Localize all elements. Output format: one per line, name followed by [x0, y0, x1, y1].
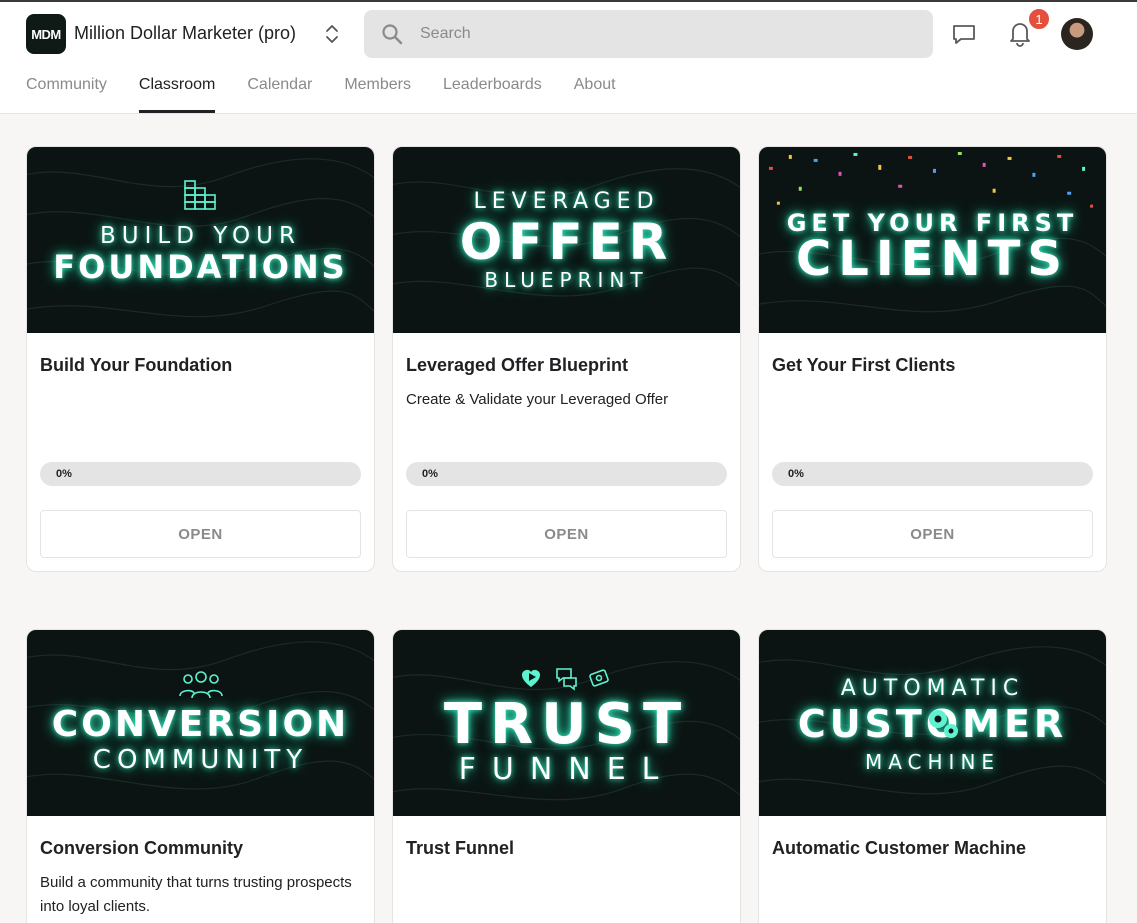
banner-line2: CLIENTS [796, 231, 1069, 287]
course-banner: LEVERAGED OFFER BLUEPRINT [393, 147, 740, 333]
tab-classroom[interactable]: Classroom [138, 76, 216, 113]
course-description: Create & Validate your Leveraged Offer [406, 391, 669, 408]
banner-line3: BLUEPRINT [484, 268, 649, 292]
search-input[interactable] [420, 10, 900, 58]
course-title: Build Your Foundation [40, 355, 233, 375]
progress-label: 0% [422, 468, 438, 480]
banner-line1: LEVERAGED [473, 189, 660, 214]
tab-leaderboards[interactable]: Leaderboards [443, 76, 542, 113]
section-tabs: Community Classroom Calendar Members Lea… [26, 76, 616, 113]
course-card[interactable]: BUILD YOUR FOUNDATIONS Build Your Founda… [26, 146, 375, 572]
course-card[interactable]: CONVERSION COMMUNITY Conversion Communit… [26, 629, 375, 923]
banner-line1: TRUST [443, 692, 690, 757]
course-banner: CONVERSION COMMUNITY [27, 630, 374, 816]
banner-line2: COMMUNITY [92, 745, 309, 775]
banner-line1: CONVERSION [51, 704, 350, 745]
tab-about[interactable]: About [574, 76, 616, 113]
course-card[interactable]: AUTOMATIC CUSTOMER MACHINE Automatic Cus… [758, 629, 1107, 923]
progress-label: 0% [788, 468, 804, 480]
course-description [772, 388, 1093, 436]
course-banner: GET YOUR FIRST CLIENTS [759, 147, 1106, 333]
course-title: Trust Funnel [406, 838, 514, 858]
brick-wall-icon [183, 180, 216, 210]
course-card[interactable]: GET YOUR FIRST CLIENTS Get Your First Cl… [758, 146, 1107, 572]
banner-line2: OFFER [459, 213, 674, 271]
course-banner: BUILD YOUR FOUNDATIONS [27, 147, 374, 333]
progress-bar: 0% [40, 462, 361, 486]
top-navigation: MDM Million Dollar Marketer (pro) 1 Comm… [0, 0, 1137, 114]
course-description [40, 388, 361, 436]
people-group-icon [178, 671, 223, 699]
banner-line1: BUILD YOUR [100, 223, 301, 249]
search-bar[interactable] [364, 10, 933, 58]
banner-line2: FUNNEL [458, 752, 675, 787]
avatar[interactable] [1061, 18, 1093, 50]
course-description: Build a community that turns trusting pr… [40, 874, 352, 915]
course-description [772, 871, 1093, 919]
heart-chat-money-icons [521, 668, 609, 691]
gears-icon [928, 710, 958, 738]
course-title: Leveraged Offer Blueprint [406, 355, 629, 375]
logo-text: MDM [31, 26, 61, 42]
chat-icon[interactable] [950, 20, 978, 48]
progress-label: 0% [56, 468, 72, 480]
top-border [0, 0, 1137, 2]
banner-line3: MACHINE [864, 750, 1001, 774]
course-card[interactable]: TRUST FUNNEL Trust Funnel [392, 629, 741, 923]
notification-badge: 1 [1027, 7, 1051, 31]
course-banner: AUTOMATIC CUSTOMER MACHINE [759, 630, 1106, 816]
open-button[interactable]: OPEN [772, 510, 1093, 558]
group-name[interactable]: Million Dollar Marketer (pro) [74, 23, 296, 44]
open-button[interactable]: OPEN [406, 510, 727, 558]
banner-line2: FOUNDATIONS [53, 248, 348, 286]
open-button[interactable]: OPEN [40, 510, 361, 558]
course-banner: TRUST FUNNEL [393, 630, 740, 816]
chevron-up-down-icon[interactable] [322, 22, 342, 46]
progress-bar: 0% [772, 462, 1093, 486]
course-description [406, 871, 727, 919]
tab-calendar[interactable]: Calendar [247, 76, 312, 113]
tab-members[interactable]: Members [344, 76, 411, 113]
tab-community[interactable]: Community [26, 76, 107, 113]
course-card[interactable]: LEVERAGED OFFER BLUEPRINT Leveraged Offe… [392, 146, 741, 572]
course-title: Conversion Community [40, 838, 244, 858]
group-logo[interactable]: MDM [26, 14, 66, 54]
course-title: Get Your First Clients [772, 355, 956, 375]
course-title: Automatic Customer Machine [772, 838, 1027, 858]
search-icon [382, 24, 403, 45]
banner-line1: AUTOMATIC [840, 676, 1025, 701]
progress-bar: 0% [406, 462, 727, 486]
